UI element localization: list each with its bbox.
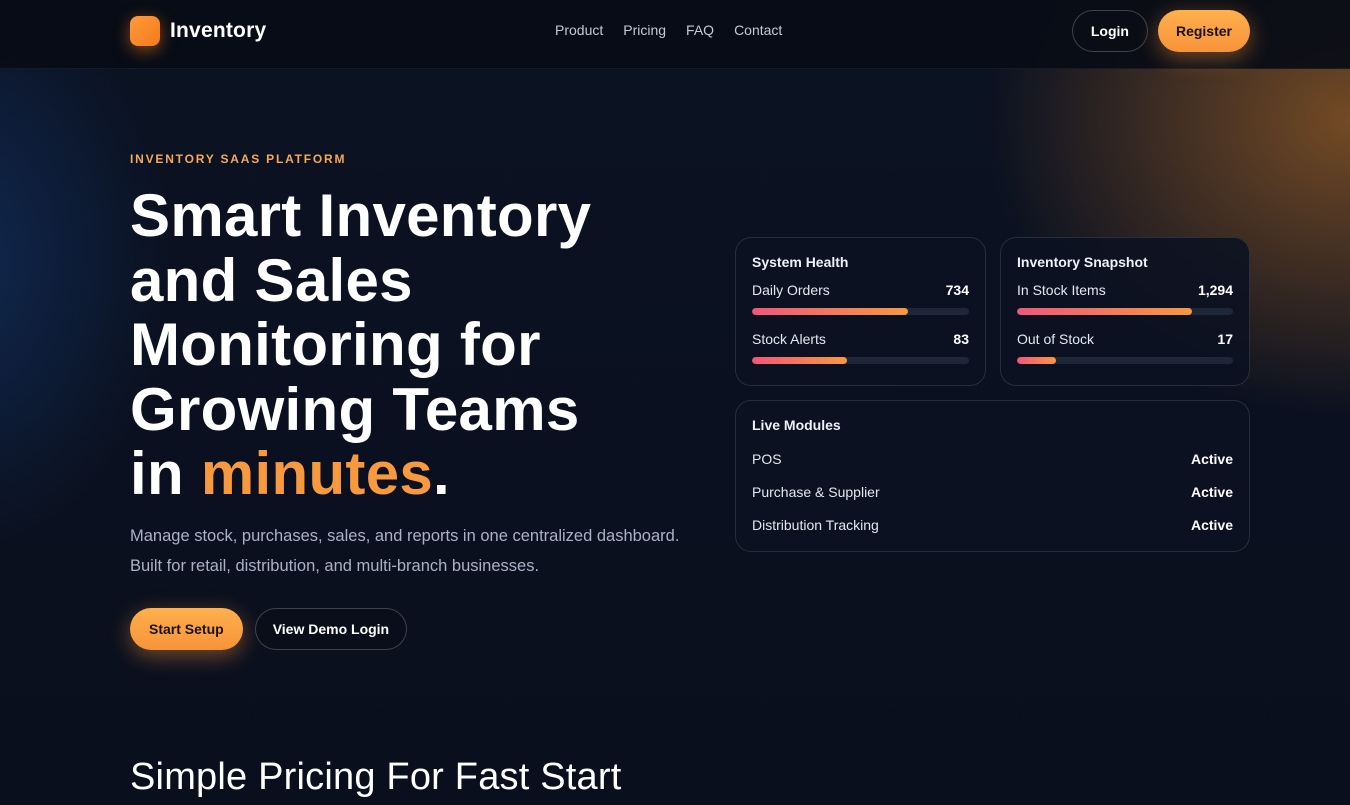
start-setup-button[interactable]: Start Setup	[130, 608, 243, 650]
register-button[interactable]: Register	[1157, 10, 1250, 52]
metric-out-of-stock: Out of Stock 17	[1017, 331, 1233, 364]
metric-daily-orders: Daily Orders 734	[752, 282, 969, 315]
hero-title-line-4: Growing Teams	[130, 375, 580, 443]
hero-section: INVENTORY SAAS PLATFORM Smart Inventory …	[0, 0, 1350, 805]
hero-eyebrow: INVENTORY SAAS PLATFORM	[130, 152, 347, 166]
hero-subtitle: Manage stock, purchases, sales, and repo…	[130, 521, 720, 581]
inventory-snapshot-card: Inventory Snapshot In Stock Items 1,294 …	[1000, 237, 1250, 386]
hero-title-suffix: .	[433, 440, 451, 507]
metric-label: Out of Stock	[1017, 331, 1095, 347]
hero-actions: Start Setup View Demo Login	[130, 608, 408, 650]
progress-bar-fill	[1017, 357, 1056, 364]
hero-title-line-3: Monitoring for	[130, 311, 541, 378]
metric-value: 734	[945, 282, 969, 298]
system-health-title: System Health	[752, 254, 849, 270]
metric-label: In Stock Items	[1017, 282, 1106, 298]
pricing-section-title: Simple Pricing For Fast Start	[130, 756, 622, 798]
metric-label: Daily Orders	[752, 282, 830, 298]
progress-bar	[1017, 308, 1233, 315]
system-health-card: System Health Daily Orders 734 Stock Ale…	[735, 237, 986, 386]
inventory-logo-icon	[130, 16, 160, 46]
brand-name: Inventory	[170, 19, 267, 42]
hero-subtitle-line-2: Built for retail, distribution, and mult…	[130, 557, 540, 575]
module-label: POS	[752, 451, 782, 467]
progress-bar	[752, 357, 969, 364]
metric-value: 83	[953, 331, 969, 347]
live-modules-card: Live Modules POS Active Purchase & Suppl…	[735, 400, 1250, 552]
module-status: Active	[1190, 451, 1233, 467]
nav-link-faq[interactable]: FAQ	[686, 22, 714, 38]
login-button[interactable]: Login	[1071, 10, 1148, 52]
hero-title: Smart Inventory and Sales Monitoring for…	[130, 182, 690, 507]
view-demo-login-button[interactable]: View Demo Login	[254, 608, 408, 650]
progress-bar-fill	[752, 308, 909, 315]
metric-value: 17	[1217, 331, 1233, 347]
brand[interactable]: Inventory	[130, 16, 266, 46]
module-label: Distribution Tracking	[752, 517, 879, 533]
header-actions: Login Register	[1071, 10, 1250, 52]
inventory-snapshot-title: Inventory Snapshot	[1017, 254, 1148, 270]
hero-subtitle-line-1: Manage stock, purchases, sales, and repo…	[130, 527, 680, 545]
nav-link-pricing[interactable]: Pricing	[623, 22, 666, 38]
progress-bar	[1017, 357, 1233, 364]
top-navbar: Inventory Product Pricing FAQ Contact Lo…	[0, 0, 1350, 69]
module-row-purchase-supplier: Purchase & Supplier Active	[752, 484, 1233, 500]
progress-bar	[752, 308, 969, 315]
progress-bar-fill	[752, 357, 848, 364]
nav-link-contact[interactable]: Contact	[734, 22, 782, 38]
hero-title-line-5-prefix: in	[130, 440, 201, 507]
hero-title-line-2: and Sales	[130, 246, 413, 314]
main-nav: Product Pricing FAQ Contact	[555, 22, 782, 38]
module-status: Active	[1190, 517, 1233, 533]
module-status: Active	[1190, 484, 1233, 500]
metric-value: 1,294	[1197, 282, 1233, 298]
metric-in-stock-items: In Stock Items 1,294	[1017, 282, 1233, 315]
module-label: Purchase & Supplier	[752, 484, 880, 500]
metric-label: Stock Alerts	[752, 331, 826, 347]
progress-bar-fill	[1017, 308, 1192, 315]
metric-stock-alerts: Stock Alerts 83	[752, 331, 969, 364]
module-row-distribution-tracking: Distribution Tracking Active	[752, 517, 1233, 533]
live-modules-title: Live Modules	[752, 417, 841, 433]
hero-title-line-1: Smart Inventory	[130, 182, 592, 249]
nav-link-product[interactable]: Product	[555, 22, 603, 38]
module-row-pos: POS Active	[752, 451, 1233, 467]
hero-title-accent: minutes	[200, 440, 434, 507]
